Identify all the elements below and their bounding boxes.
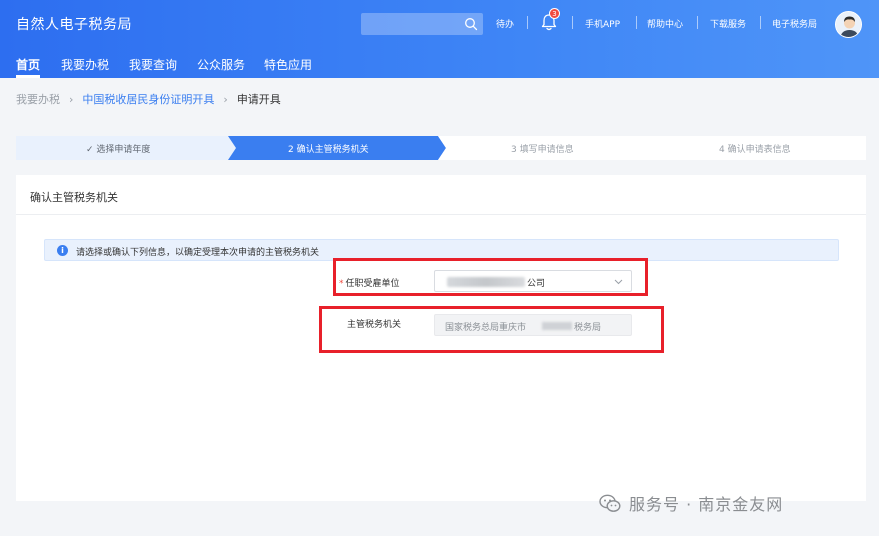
watermark: 服务号 · 南京金友网 <box>599 491 783 515</box>
nav-home[interactable]: 首页 <box>16 56 40 73</box>
nav-tax-handling[interactable]: 我要办税 <box>61 56 109 73</box>
watermark-text: 服务号 · 南京金友网 <box>629 495 784 514</box>
top-bar: 自然人电子税务局 待办 3 手机APP 帮助中心 下载服务 电子税务局 首页 我… <box>0 0 879 78</box>
divider <box>527 16 528 29</box>
download-service-link[interactable]: 下载服务 <box>710 17 746 30</box>
highlight-box-employer <box>333 258 648 296</box>
divider <box>697 16 698 29</box>
help-center-link[interactable]: 帮助中心 <box>647 17 683 30</box>
avatar[interactable] <box>835 11 862 38</box>
mobile-app-link[interactable]: 手机APP <box>585 17 620 30</box>
breadcrumb-item-tax-handling[interactable]: 我要办税 <box>16 91 60 107</box>
nav-query[interactable]: 我要查询 <box>129 56 177 73</box>
user-avatar-icon <box>836 12 861 37</box>
wechat-logo-icon <box>599 494 621 512</box>
breadcrumb: 我要办税 › 中国税收居民身份证明开具 › 申请开具 <box>16 91 281 107</box>
breadcrumb-item-apply: 申请开具 <box>236 93 281 106</box>
info-icon: i <box>57 245 68 256</box>
step-fill-application: 3 填写申请信息 <box>511 145 574 155</box>
nav-active-indicator <box>16 75 40 78</box>
card-title: 确认主管税务机关 <box>30 191 118 204</box>
chevron-right-icon: › <box>223 92 228 106</box>
step-todo-shape <box>438 136 866 160</box>
step-confirm-tax-authority: 2 确认主管税务机关 <box>288 145 369 155</box>
divider <box>16 214 866 215</box>
highlight-box-tax-authority <box>319 306 664 353</box>
todo-link[interactable]: 待办 <box>496 17 514 30</box>
nav-public-service[interactable]: 公众服务 <box>197 56 245 73</box>
site-title[interactable]: 自然人电子税务局 <box>16 14 132 34</box>
breadcrumb-item-residency-certificate[interactable]: 中国税收居民身份证明开具 <box>82 91 214 107</box>
step-progress-bar: ✓ 选择申请年度 2 确认主管税务机关 3 填写申请信息 4 确认申请表信息 <box>16 136 866 160</box>
e-tax-bureau-link[interactable]: 电子税务局 <box>772 17 817 30</box>
step-confirm-application-form: 4 确认申请表信息 <box>719 145 791 155</box>
search-icon[interactable] <box>464 17 478 31</box>
info-text: 请选择或确认下列信息，以确定受理本次申请的主管税务机关 <box>76 248 320 258</box>
notification-badge: 3 <box>549 8 560 19</box>
chevron-right-icon: › <box>69 92 74 106</box>
step-select-year[interactable]: ✓ 选择申请年度 <box>86 142 150 155</box>
divider <box>636 16 637 29</box>
divider <box>572 16 573 29</box>
search-box[interactable] <box>361 13 483 35</box>
nav-featured-apps[interactable]: 特色应用 <box>264 56 312 73</box>
divider <box>760 16 761 29</box>
